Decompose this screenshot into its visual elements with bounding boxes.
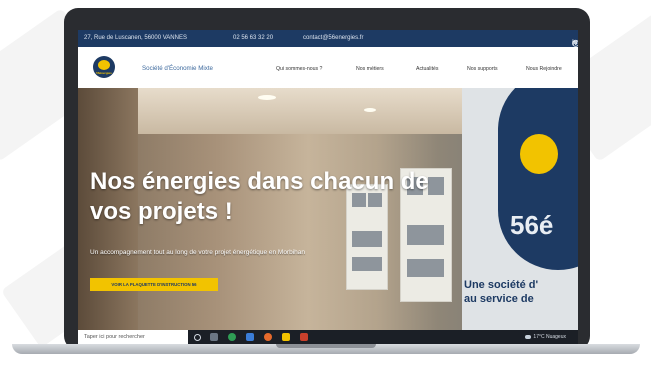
logo-mark	[520, 134, 558, 174]
firefox-icon[interactable]	[264, 333, 272, 341]
task-view-icon[interactable]	[210, 333, 218, 341]
laptop-notch	[276, 344, 376, 348]
logo-mark	[98, 60, 110, 70]
taskbar-search-input[interactable]: Taper ici pour rechercher	[78, 330, 188, 344]
brand-tagline: Société d'Économie Mixte	[142, 65, 213, 72]
mail-icon[interactable]	[246, 333, 254, 341]
wall-sign-line-1: Une société d'	[464, 279, 539, 291]
site-header: 56énergies Société d'Économie Mixte Qui …	[78, 47, 578, 88]
search-icon[interactable]	[194, 334, 201, 341]
nav-item-jobs[interactable]: Nos métiers	[356, 66, 384, 72]
site-logo[interactable]: 56énergies	[93, 56, 115, 78]
address-text: 27, Rue de Luscanen, 56000 VANNES	[84, 35, 187, 41]
logo-text: 56énergies	[96, 71, 112, 75]
weather-text: 17°C Nuageux	[533, 334, 566, 340]
hero-headline-line-1: Nos énergies dans chacun de	[90, 168, 429, 195]
brochure-button[interactable]: VOIR LA PLAQUETTE D'INSTRUCTION 56	[90, 278, 218, 291]
wall-sign: Une société d' au service de	[464, 278, 538, 306]
ceiling-light	[258, 95, 276, 100]
wall-sign-line-2: au service de	[464, 293, 534, 305]
nav-item-supports[interactable]: Nos supports	[467, 66, 498, 72]
windows-taskbar: Taper ici pour rechercher 17°C Nuageux	[78, 330, 578, 344]
taskbar-weather[interactable]: 17°C Nuageux	[525, 334, 566, 340]
taskbar-search-placeholder: Taper ici pour rechercher	[84, 334, 145, 340]
cloud-icon	[525, 334, 532, 339]
hero-headline: Nos énergies dans chacun de vos projets …	[90, 167, 429, 227]
chrome-icon[interactable]	[228, 333, 236, 341]
ceiling-light	[364, 108, 376, 112]
app-icon[interactable]	[300, 333, 308, 341]
nav-item-news[interactable]: Actualités	[416, 66, 439, 72]
phone-link[interactable]: 02 56 63 32 20	[233, 35, 273, 41]
instagram-icon[interactable]: ◯	[572, 39, 578, 47]
hero-subtitle: Un accompagnement tout au long de votre …	[90, 249, 306, 256]
hero-banner: 56é Une société d' au service de Nos éne…	[78, 88, 578, 330]
file-explorer-icon[interactable]	[282, 333, 290, 341]
nav-item-about[interactable]: Qui sommes-nous ?	[276, 66, 322, 72]
contact-topbar: 27, Rue de Luscanen, 56000 VANNES 02 56 …	[78, 30, 578, 47]
56-energies-wall-logo: 56é	[498, 88, 578, 270]
email-link[interactable]: contact@56energies.fr	[303, 35, 363, 41]
nav-item-join[interactable]: Nous Rejoindre	[526, 66, 562, 72]
wall-logo-number: 56é	[510, 210, 554, 240]
browser-screen: 27, Rue de Luscanen, 56000 VANNES 02 56 …	[78, 30, 578, 344]
hero-headline-line-2: vos projets !	[90, 198, 233, 225]
